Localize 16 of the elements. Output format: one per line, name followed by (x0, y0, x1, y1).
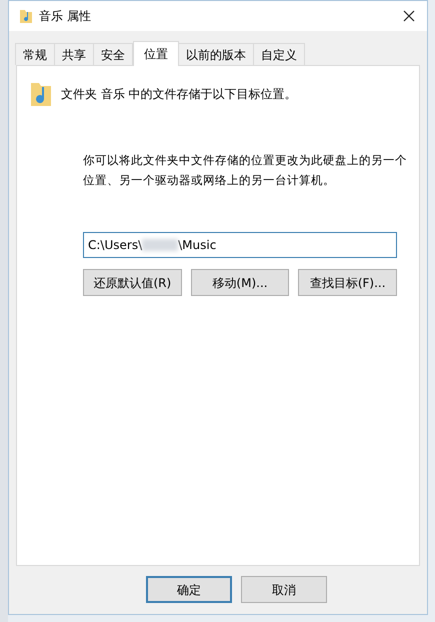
window-title: 音乐 属性 (39, 8, 91, 25)
music-folder-icon (19, 8, 33, 24)
action-button[interactable]: 移动(M)... (190, 269, 290, 296)
tab[interactable]: 常规 (15, 43, 55, 65)
tab[interactable]: 安全 (93, 43, 133, 65)
close-icon[interactable] (403, 10, 415, 22)
dialog-button[interactable]: 取消 (241, 576, 327, 603)
action-button[interactable]: 查找目标(F)... (298, 269, 398, 296)
action-button[interactable]: 还原默认值(R) (83, 269, 182, 296)
tab[interactable]: 位置 (133, 41, 179, 66)
dialog-button[interactable]: 确定 (146, 576, 232, 603)
description-text: 你可以将此文件夹中文件存储的位置更改为此硬盘上的另一个位置、另一个驱动器或网络上的另一台计算机。 (83, 152, 407, 189)
location-heading: 文件夹 音乐 中的文件存储于以下目标位置。 (61, 86, 297, 103)
music-folder-icon (29, 80, 53, 108)
tab[interactable]: 自定义 (253, 43, 305, 65)
path-field[interactable]: C:\Users\ \Music (83, 232, 397, 258)
